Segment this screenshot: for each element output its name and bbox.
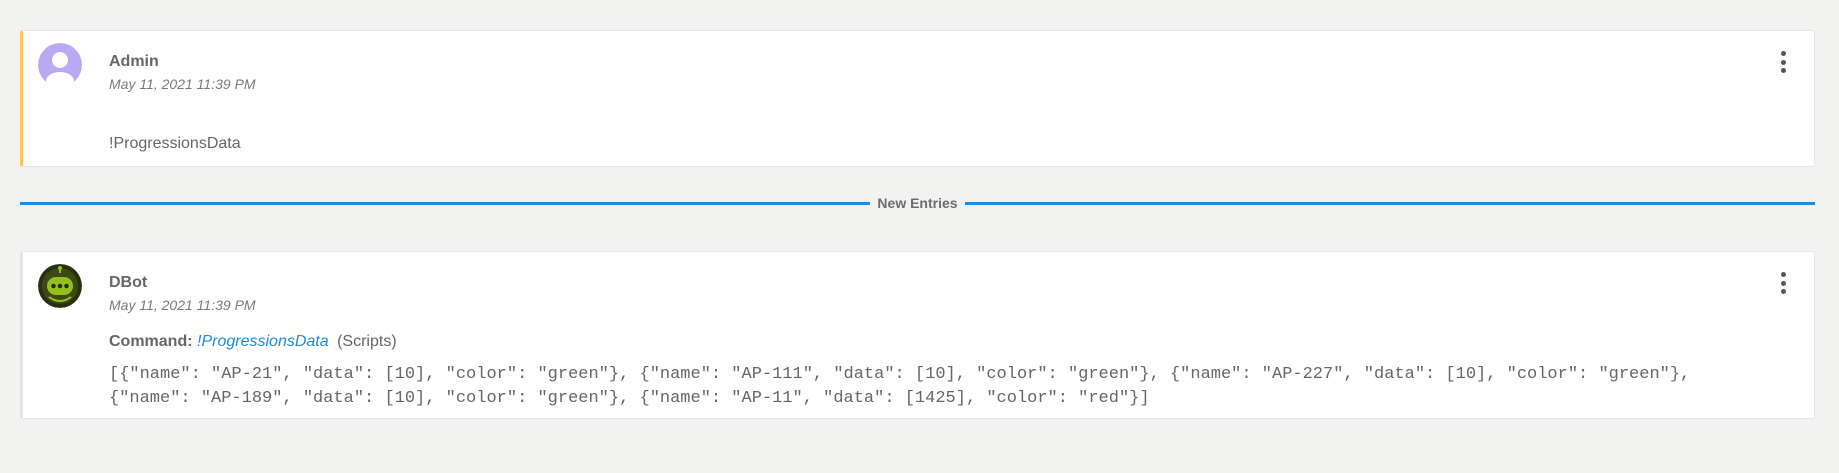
output-line: [{"name": "AP-21", "data": [10], "color"… [109, 365, 1691, 384]
user-avatar-icon [38, 43, 82, 87]
output-line: {"name": "AP-189", "data": [10], "color"… [109, 389, 1150, 408]
entry-timestamp: May 11, 2021 11:39 PM [109, 297, 256, 313]
entry-author: DBot [109, 274, 148, 291]
dbot-avatar-icon [38, 264, 82, 308]
new-entries-divider [20, 202, 1815, 205]
command-link[interactable]: !ProgressionsData [197, 333, 329, 350]
command-output: [{"name": "AP-21", "data": [10], "color"… [109, 363, 1799, 411]
entry-timestamp: May 11, 2021 11:39 PM [109, 76, 256, 92]
kebab-menu-icon[interactable] [1778, 51, 1788, 73]
entry-card-dbot: DBot May 11, 2021 11:39 PM Command: !Pro… [20, 251, 1815, 419]
command-label: Command: [109, 333, 193, 350]
war-room-feed: Admin May 11, 2021 11:39 PM !Progression… [0, 0, 1839, 473]
entry-message: !ProgressionsData [109, 135, 241, 152]
kebab-menu-icon[interactable] [1778, 272, 1788, 294]
entry-card-admin: Admin May 11, 2021 11:39 PM !Progression… [20, 30, 1815, 167]
command-source: (Scripts) [337, 333, 397, 350]
command-line: Command: !ProgressionsData (Scripts) [109, 333, 397, 351]
entry-author: Admin [109, 53, 159, 70]
